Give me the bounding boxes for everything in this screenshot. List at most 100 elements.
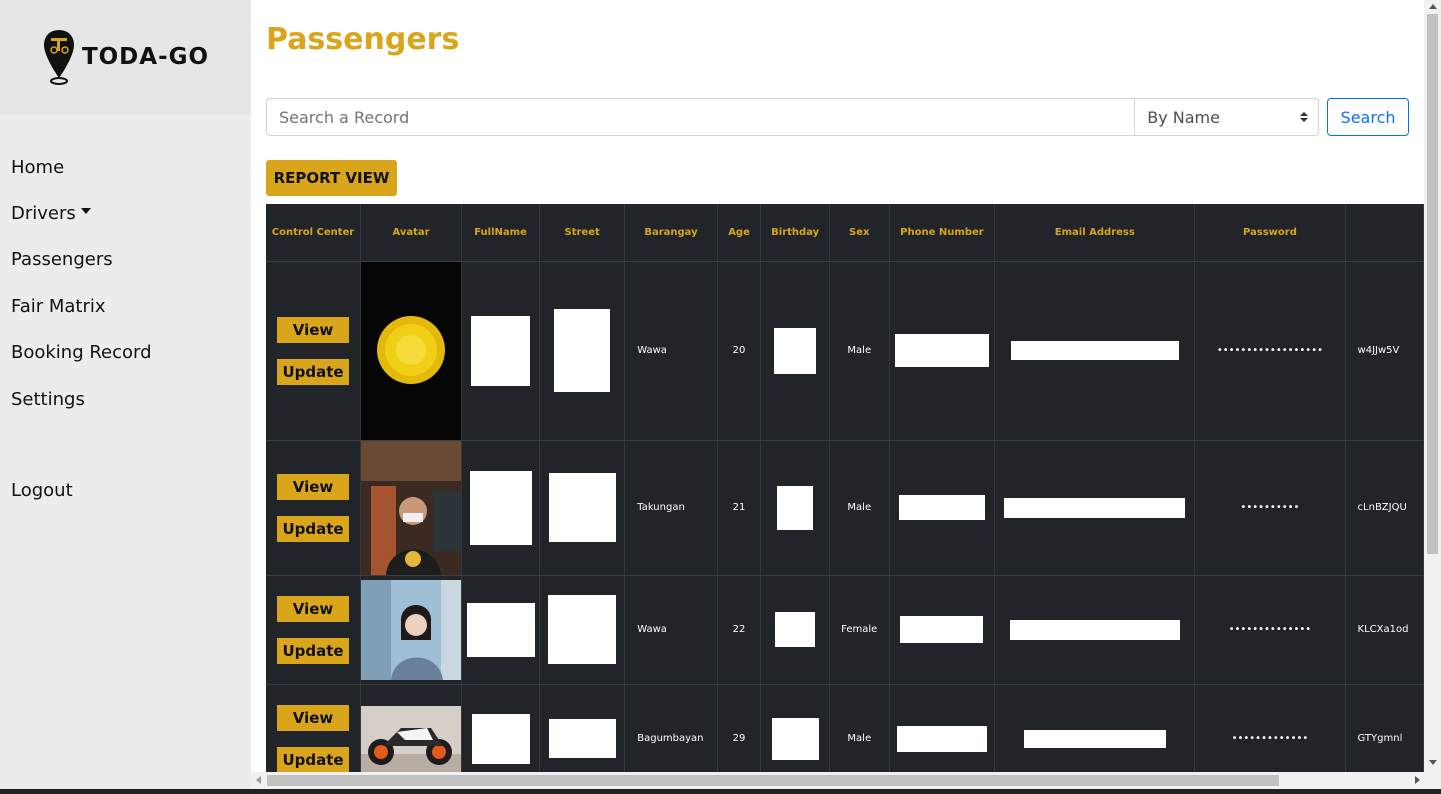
birthday-cell: [760, 684, 830, 772]
sidebar-item-label: Fair Matrix: [11, 295, 106, 317]
redacted-block: [466, 602, 535, 657]
vertical-scrollbar[interactable]: [1424, 0, 1441, 772]
avatar: [361, 705, 462, 772]
birthday-cell: [760, 575, 830, 685]
redacted-block: [771, 717, 819, 760]
redacted-block: [1009, 619, 1180, 640]
sidebar-item-label: Passengers: [11, 249, 113, 271]
map-pin-logo-icon: [43, 30, 74, 85]
horizontal-scroll-thumb[interactable]: [267, 775, 1279, 786]
password-cell: ••••••••••••••: [1194, 575, 1346, 685]
sidebar-item-label: Home: [11, 156, 65, 178]
table-row: View Update Wawa 20 Male •••••••••••••••…: [266, 261, 1424, 441]
fullname-cell: [461, 261, 541, 441]
search-filter-value: By Name: [1147, 107, 1220, 127]
barangay-cell: Wawa: [624, 575, 718, 685]
search-filter-select[interactable]: By Name: [1135, 98, 1320, 136]
sidebar-item-passengers[interactable]: Passengers: [0, 237, 251, 283]
view-button[interactable]: View: [277, 595, 350, 622]
redacted-block: [894, 334, 989, 367]
barangay-cell: Wawa: [624, 261, 718, 441]
column-header: Age: [717, 204, 762, 262]
column-header: Phone Number: [889, 204, 996, 262]
scroll-left-arrow-icon[interactable]: [256, 776, 261, 784]
avatar-cell: [360, 575, 463, 685]
password-cell: ••••••••••••••••••: [1194, 261, 1346, 441]
search-button[interactable]: Search: [1327, 98, 1409, 136]
column-header: FullName: [461, 204, 541, 262]
password-cell: ••••••••••: [1194, 440, 1346, 576]
token-cell: KLCXa1od: [1345, 575, 1424, 685]
select-arrows-icon: [1300, 112, 1309, 122]
view-button[interactable]: View: [277, 473, 350, 500]
search-input[interactable]: [266, 98, 1136, 136]
column-header: Barangay: [624, 204, 718, 262]
birthday-cell: [760, 440, 830, 576]
control-cell: View Update: [266, 440, 362, 576]
redacted-block: [774, 327, 817, 374]
table-row: View Update: [266, 575, 1424, 685]
email-cell: [994, 261, 1196, 441]
street-cell: [539, 440, 626, 576]
redacted-block: [1004, 497, 1186, 518]
passengers-table-container[interactable]: Control Center Avatar FullName Street Ba…: [266, 204, 1424, 772]
search-bar: By Name Search: [266, 98, 1409, 136]
passengers-table: Control Center Avatar FullName Street Ba…: [266, 204, 1424, 772]
street-cell: [539, 575, 626, 685]
avatar-cell: [360, 684, 463, 772]
logo: TODA-GO: [0, 0, 251, 114]
sidebar-item-fair-matrix[interactable]: Fair Matrix: [0, 283, 251, 329]
redacted-block: [777, 485, 814, 530]
scroll-down-arrow-icon[interactable]: [1429, 760, 1437, 765]
redacted-block: [469, 470, 532, 545]
phone-cell: [889, 684, 996, 772]
column-header: Birthday: [760, 204, 830, 262]
report-view-button[interactable]: REPORT VIEW: [266, 160, 397, 196]
redacted-block: [554, 309, 611, 392]
avatar-cell: [360, 261, 463, 441]
horizontal-scrollbar[interactable]: [251, 772, 1441, 789]
token-cell: GTYgmnl: [1345, 684, 1424, 772]
column-header: Sex: [829, 204, 890, 262]
view-button[interactable]: View: [277, 704, 350, 731]
fullname-cell: [461, 575, 541, 685]
fullname-cell: [461, 440, 541, 576]
table-row: View Update: [266, 440, 1424, 576]
email-cell: [994, 440, 1196, 576]
redacted-block: [548, 595, 617, 664]
sidebar-item-drivers[interactable]: Drivers: [0, 190, 251, 236]
update-button[interactable]: Update: [277, 358, 350, 385]
sidebar-item-label: Booking Record: [11, 342, 152, 364]
window-bottom-edge: [0, 789, 1441, 794]
redacted-block: [548, 719, 616, 758]
sidebar-item-label: Settings: [11, 388, 85, 410]
sex-cell: Male: [829, 261, 890, 441]
update-button[interactable]: Update: [277, 637, 350, 664]
password-cell: •••••••••••••: [1194, 684, 1346, 772]
phone-cell: [889, 440, 996, 576]
sidebar-nav: Home Drivers Passengers Fair Matrix Book…: [0, 144, 251, 422]
logout-link[interactable]: Logout: [11, 480, 73, 501]
barangay-cell: Bagumbayan: [624, 684, 718, 772]
column-header: Street: [539, 204, 626, 262]
sidebar-item-home[interactable]: Home: [0, 144, 251, 190]
redacted-block: [471, 315, 531, 386]
vertical-scroll-thumb[interactable]: [1427, 14, 1438, 554]
token-cell: cLnBZJQU: [1345, 440, 1424, 576]
sidebar-item-settings[interactable]: Settings: [0, 376, 251, 422]
table-header-row: Control Center Avatar FullName Street Ba…: [266, 204, 1424, 262]
token-cell: w4JJw5V: [1345, 261, 1424, 441]
column-header: Password: [1194, 204, 1346, 262]
sidebar-item-booking-record[interactable]: Booking Record: [0, 330, 251, 376]
page-title: Passengers: [266, 22, 460, 57]
control-cell: View Update: [266, 575, 362, 685]
update-button[interactable]: Update: [277, 746, 350, 772]
age-cell: 20: [717, 261, 762, 441]
email-cell: [994, 684, 1196, 772]
avatar: [361, 261, 462, 440]
scroll-right-arrow-icon[interactable]: [1415, 776, 1420, 784]
view-button[interactable]: View: [277, 316, 350, 343]
redacted-block: [896, 725, 987, 752]
update-button[interactable]: Update: [277, 515, 350, 542]
scroll-up-arrow-icon[interactable]: [1429, 4, 1437, 9]
